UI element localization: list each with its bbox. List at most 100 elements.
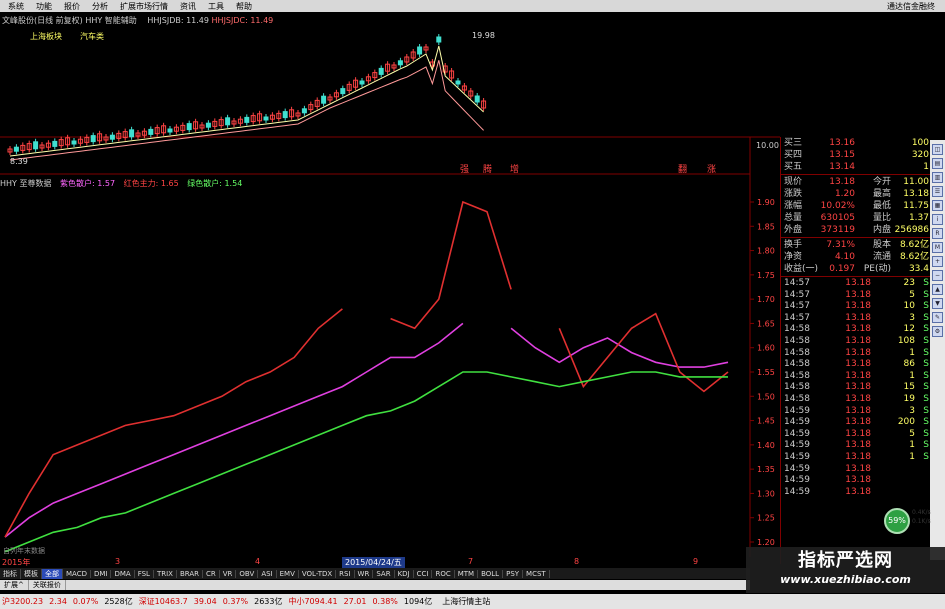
candle-body [321,95,327,104]
indicator-tab[interactable]: EMV [277,569,299,578]
tick-row: 14:59 13.18 [781,487,930,499]
tick-side: S [923,405,929,416]
tick-time: 14:58 [784,382,810,393]
indicator-title: HHY 至尊数据 [0,179,52,188]
tick-time: 14:59 [784,428,810,439]
menu-item-help[interactable]: 帮助 [230,1,258,12]
indicator-tab[interactable]: 全部 [42,568,63,579]
indicator-tab[interactable]: TRIX [154,569,177,578]
stat-label: PE(动) [863,264,891,274]
stat-label: 最低 [872,201,891,211]
speed-down: 0.1K/s [912,518,931,525]
menu-item-system[interactable]: 系统 [2,1,30,12]
indicator-tabs: 指标 模板 全部 MACD DMI DMA FSL TRIX BRAR CR VR OBV ASI EMV… [0,568,750,579]
candle-body [109,134,115,140]
candle-body [397,60,403,66]
indicator-tab[interactable]: MTM [455,569,479,578]
indicator-tab[interactable]: VR [220,569,237,578]
bid-price: 13.15 [829,150,855,160]
indicator-tab[interactable]: ROC [432,569,455,578]
indicator-tab[interactable]: SAR [373,569,395,578]
toolbar-list-icon[interactable]: ☰ [932,186,943,197]
status-server: 上海行情主站 [442,597,491,606]
indicator-tab[interactable]: 模板 [21,568,42,579]
tick-row: 14:59 13.18 3 S [781,406,930,418]
date-month-4: 4 [255,557,261,566]
signal-mark: 涨 [707,164,716,175]
tick-price: 13.18 [845,312,871,323]
date-axis: 2015年 3 4 2015/04/24/五 7 8 9 [0,557,750,568]
toolbar-macd-icon[interactable]: M [932,242,943,253]
menu-item-function[interactable]: 功能 [30,1,58,12]
indicator-tab[interactable]: KDJ [395,569,414,578]
indicator-tab[interactable]: FSL [135,569,154,578]
stat-value: 630105 [820,213,855,223]
tick-volume: 86 [903,359,915,370]
tag-sector[interactable]: 上海板块 [30,31,62,42]
watermark-title: 指标严选网 [798,550,893,571]
indicator-tab[interactable]: DMA [111,569,135,578]
indicator-tab[interactable]: ASI [258,569,277,578]
indicator-tab[interactable]: PSY [503,569,524,578]
tick-side: S [923,289,929,300]
indicator-tab[interactable]: VOL-TDX [299,569,337,578]
indicator-tab[interactable]: DMI [91,569,112,578]
candle-body [436,36,442,43]
toolbar-quote-icon[interactable]: ◫ [932,144,943,155]
toolbar-up-icon[interactable]: ▲ [932,284,943,295]
indicator-tab[interactable]: 指标 [0,568,21,579]
status-sz-amount: 2633亿 [254,597,283,606]
indicator-tab[interactable]: CR [203,569,220,578]
tick-side: S [923,335,929,346]
toolbar-zoom-out-icon[interactable]: − [932,270,943,281]
toolbar-draw-icon[interactable]: ✎ [932,312,943,323]
toolbar-candle-icon[interactable]: ▥ [932,172,943,183]
tick-price: 13.18 [845,393,871,404]
stat-label: 量比 [872,213,891,223]
toolbar-chart-icon[interactable]: ▤ [932,158,943,169]
indicator-tab[interactable]: BRAR [177,569,203,578]
tick-row: 14:57 13.18 3 S [781,313,930,325]
tick-time: 14:59 [784,486,810,497]
bid-volume: 1 [923,162,929,172]
toolbar-zoom-in-icon[interactable]: + [932,256,943,267]
tab-extend[interactable]: 扩展^ [0,580,29,590]
indicator-tab[interactable]: RSI [336,569,355,578]
y-tick-label: 1.30 [757,489,775,498]
candle-body [244,116,250,123]
candle-body [340,88,346,95]
status-sh-index[interactable]: 沪3200.23 [2,596,43,607]
status-sz-change: 39.04 [193,597,217,606]
indicator-tab[interactable]: BOLL [478,569,504,578]
toolbar-info-icon[interactable]: i [932,214,943,225]
candle-body [301,108,307,114]
chart-area[interactable]: 8.39 19.98 10.00 强 腾 增 翻 涨 1.90 1.85 1.80 1.75 1.70 1… [0,12,780,557]
tag-industry[interactable]: 汽车类 [80,31,104,42]
watermark-url: www.xuezhibiao.com [780,573,911,586]
menu-item-news[interactable]: 资讯 [174,1,202,12]
stat-row: 净资 4.10 流通 8.62亿 [781,251,930,263]
indicator-tab[interactable]: CCI [414,569,433,578]
indicator-tab[interactable]: WR [355,569,374,578]
status-sz-index[interactable]: 深证10463.7 [139,596,188,607]
indicator-tab[interactable]: MACD [63,569,91,578]
indicator-name: HHY 智能辅助 [85,16,137,25]
menu-item-analysis[interactable]: 分析 [86,1,114,12]
menu-item-ext-market[interactable]: 扩展市场行情 [114,1,174,12]
tick-side: S [923,324,929,335]
menu-item-tools[interactable]: 工具 [202,1,230,12]
toolbar-grid-icon[interactable]: ▦ [932,200,943,211]
toolbar-rsi-icon[interactable]: R [932,228,943,239]
tick-volume: 1 [909,451,915,462]
tick-price: 13.18 [845,428,871,439]
tab-related-quote[interactable]: 关联报价 [29,580,66,590]
indicator-tab[interactable]: OBV [236,569,259,578]
tick-side: S [923,347,929,358]
indicator-tab[interactable]: MCST [523,569,550,578]
toolbar-down-icon[interactable]: ▼ [932,298,943,309]
menu-item-quote[interactable]: 报价 [58,1,86,12]
tick-time: 14:58 [784,347,810,358]
toolbar-settings-icon[interactable]: ⚙ [932,326,943,337]
status-sme-index[interactable]: 中小7094.41 [288,596,337,607]
candle-body [52,140,58,147]
